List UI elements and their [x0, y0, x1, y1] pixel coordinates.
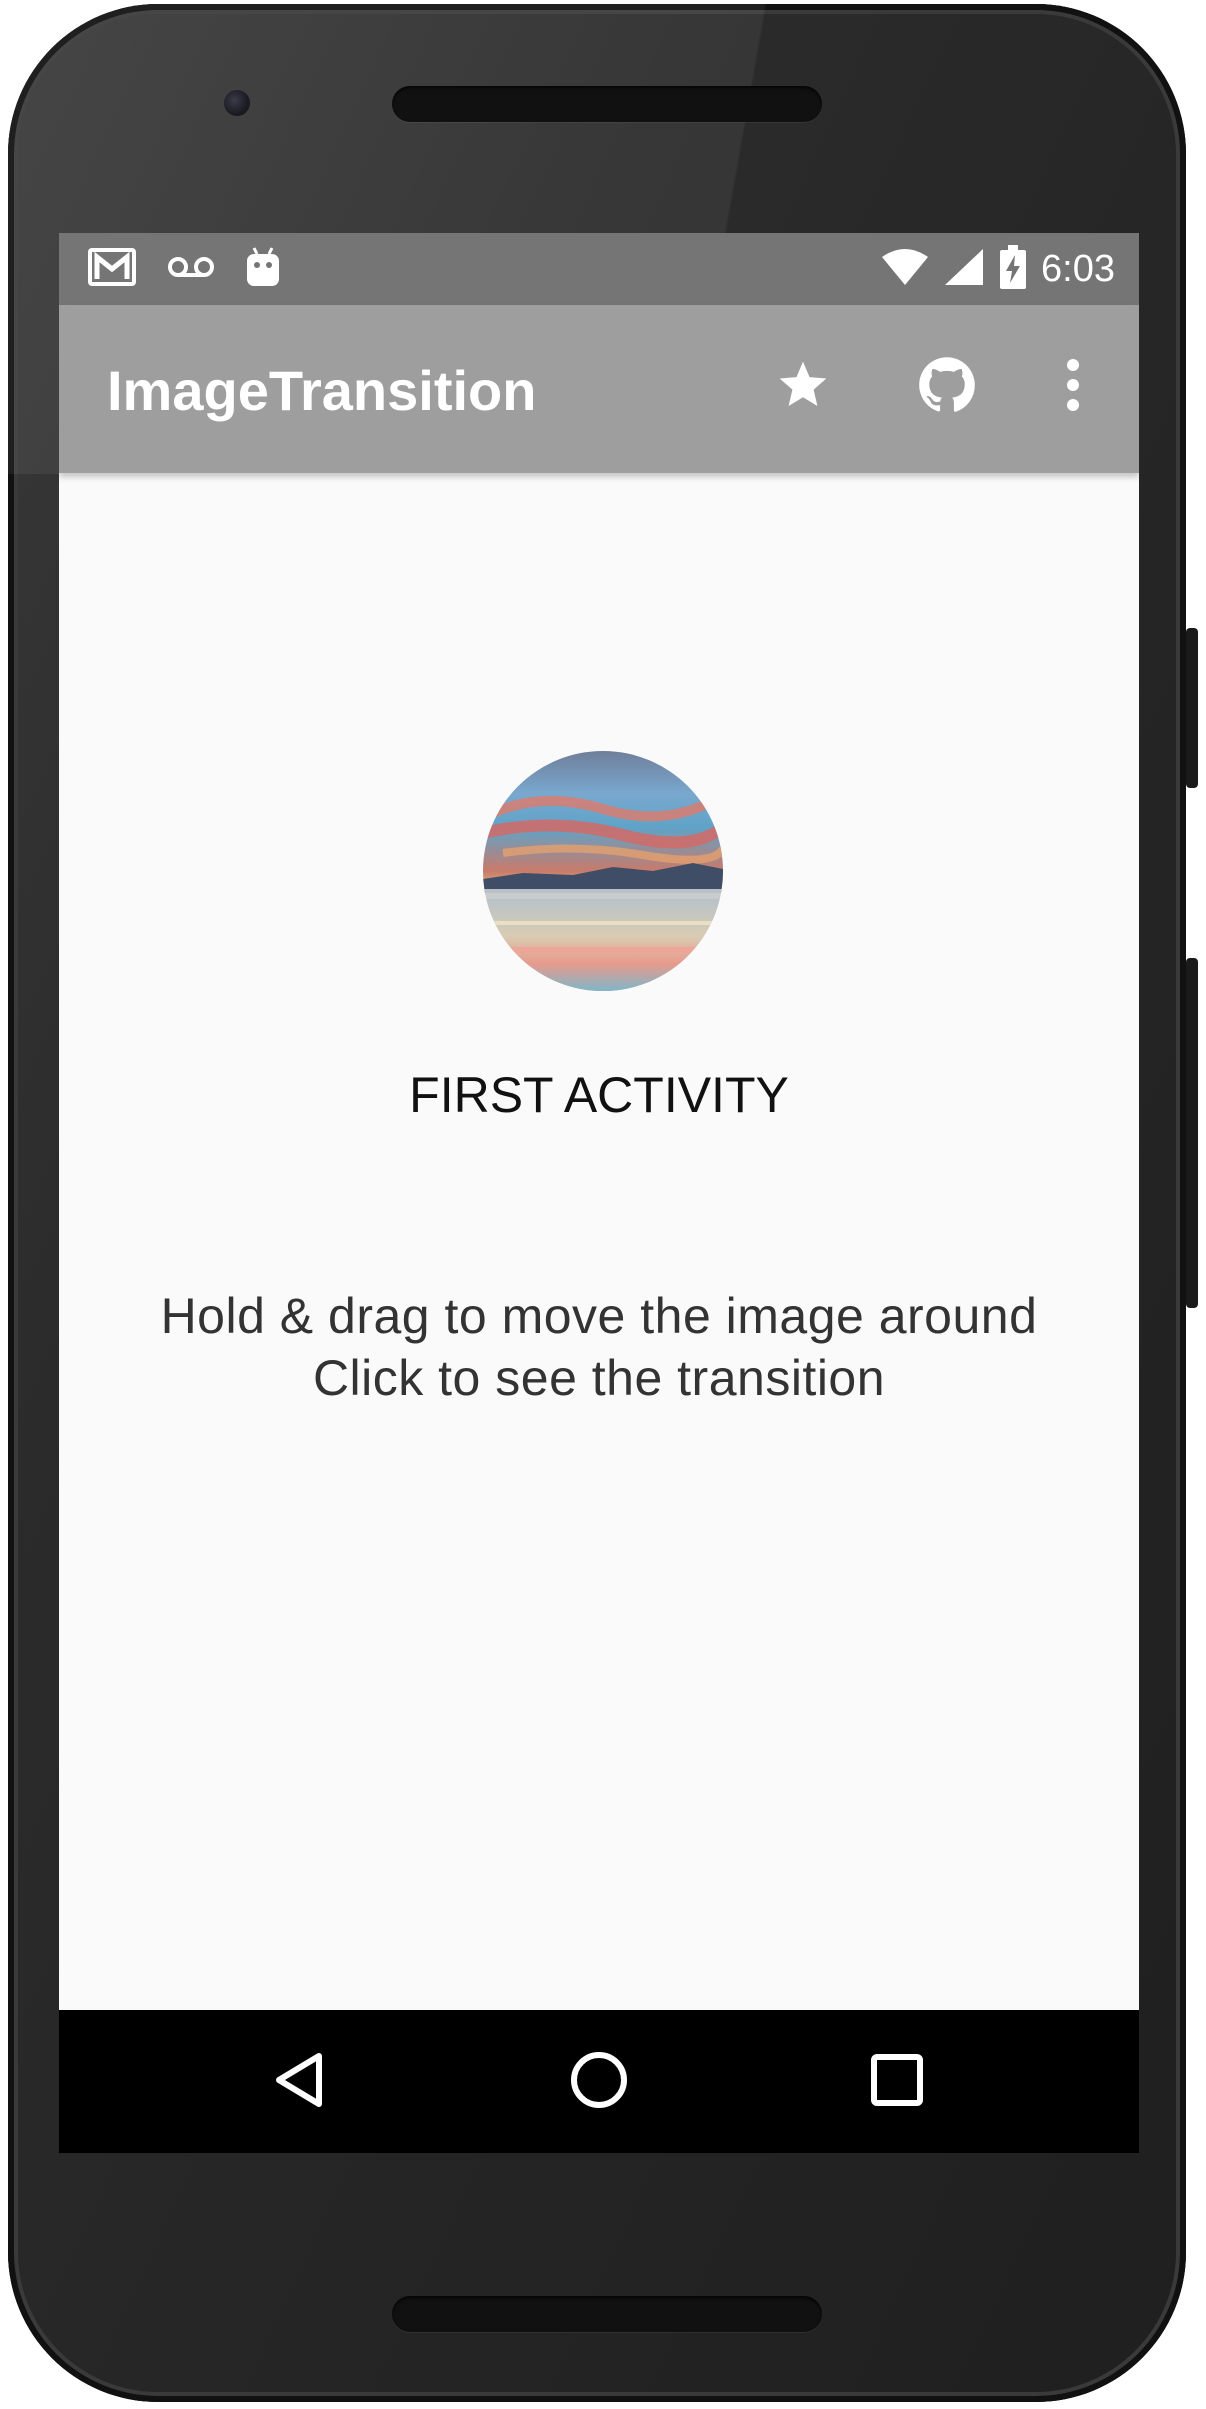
- device-screen: 6:03 ImageTransition FIRST ACTIVITY Hold…: [59, 233, 1139, 2153]
- back-icon: [271, 2050, 327, 2115]
- star-icon: [775, 357, 831, 418]
- instruction-line-2: Click to see the transition: [312, 1350, 886, 1406]
- instruction-line-1: Hold & drag to move the image around: [160, 1288, 1038, 1344]
- overflow-menu-button[interactable]: [1037, 351, 1109, 423]
- recents-button[interactable]: [849, 2034, 945, 2130]
- android-icon: [245, 246, 281, 293]
- recents-icon: [870, 2053, 924, 2112]
- top-speaker: [392, 86, 822, 122]
- overflow-menu-icon: [1063, 357, 1083, 418]
- home-icon: [569, 2050, 629, 2115]
- instructions-text: Hold & drag to move the image around Cli…: [59, 1285, 1139, 1409]
- system-status: 6:03: [881, 244, 1115, 294]
- voicemail-icon: [167, 255, 215, 284]
- volume-button: [1186, 958, 1198, 1308]
- github-button[interactable]: [911, 351, 983, 423]
- github-icon: [918, 356, 976, 419]
- status-time: 6:03: [1041, 248, 1115, 290]
- notification-icons: [87, 245, 281, 293]
- app-title: ImageTransition: [107, 359, 537, 422]
- navigation-bar: [59, 2010, 1139, 2153]
- activity-heading: FIRST ACTIVITY: [409, 1067, 789, 1123]
- power-button: [1186, 628, 1198, 788]
- signal-icon: [943, 247, 985, 292]
- home-button[interactable]: [551, 2034, 647, 2130]
- star-button[interactable]: [767, 351, 839, 423]
- gmail-icon: [87, 247, 137, 292]
- battery-charging-icon: [999, 244, 1027, 294]
- front-camera: [224, 90, 250, 116]
- wifi-icon: [881, 247, 929, 292]
- app-bar: ImageTransition: [59, 305, 1139, 473]
- back-button[interactable]: [251, 2034, 347, 2130]
- main-content: FIRST ACTIVITY Hold & drag to move the i…: [59, 473, 1139, 2010]
- draggable-landscape-image[interactable]: [483, 751, 723, 991]
- status-bar: 6:03: [59, 233, 1139, 305]
- bottom-speaker: [392, 2296, 822, 2332]
